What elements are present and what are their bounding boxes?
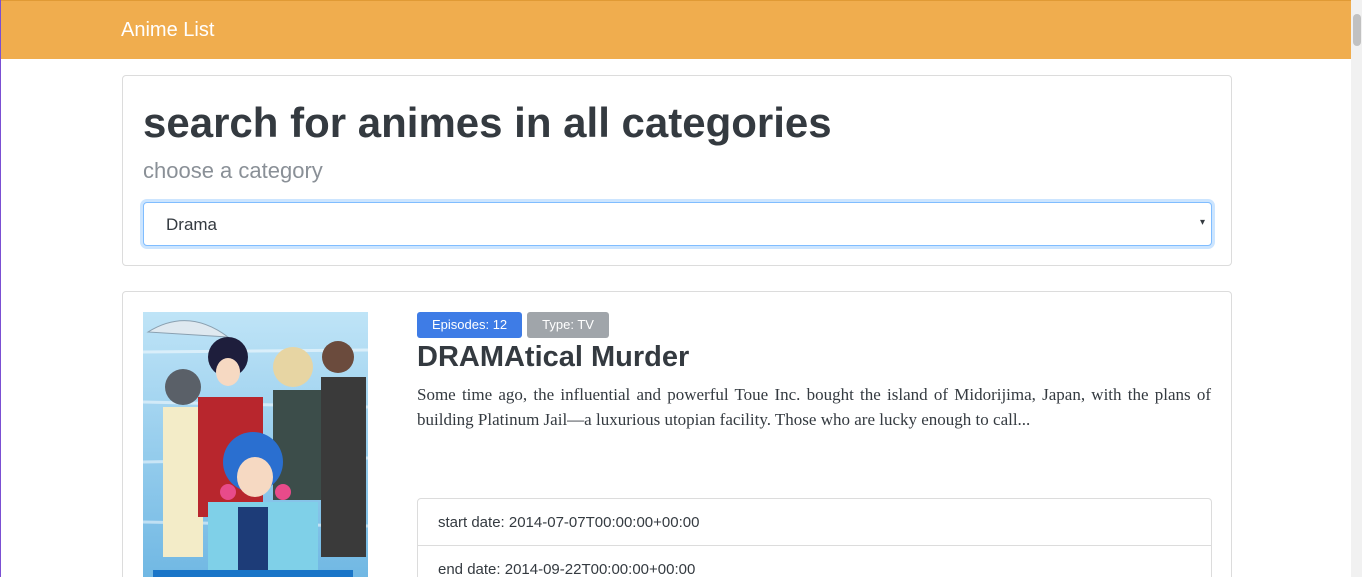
episodes-badge: Episodes: 12 xyxy=(417,312,523,338)
page-title: search for animes in all categories xyxy=(143,99,832,146)
anime-card: Episodes: 12 Type: TV DRAMAtical Murder … xyxy=(122,291,1232,577)
navbar: Anime List xyxy=(1,0,1352,59)
page-subtitle: choose a category xyxy=(143,158,323,183)
scrollbar-thumb[interactable] xyxy=(1353,14,1361,46)
anime-title: DRAMAtical Murder xyxy=(417,341,690,373)
type-badge: Type: TV xyxy=(527,312,609,338)
anime-synopsis: Some time ago, the influential and power… xyxy=(417,385,1211,429)
date-list: start date: 2014-07-07T00:00:00+00:00 en… xyxy=(417,498,1212,577)
start-date-item: start date: 2014-07-07T00:00:00+00:00 xyxy=(418,499,1211,546)
anime-poster xyxy=(143,312,368,577)
category-select-value: Drama xyxy=(166,215,218,234)
scrollbar[interactable] xyxy=(1351,0,1362,577)
badge-group: Episodes: 12 Type: TV xyxy=(417,312,609,338)
search-card: search for animes in all categories choo… xyxy=(122,75,1232,266)
caret-down-icon: ▾ xyxy=(1199,217,1205,228)
end-date-item: end date: 2014-09-22T00:00:00+00:00 xyxy=(438,561,696,577)
brand-link[interactable]: Anime List xyxy=(121,18,214,42)
category-select[interactable]: Drama ▾ xyxy=(143,202,1212,246)
